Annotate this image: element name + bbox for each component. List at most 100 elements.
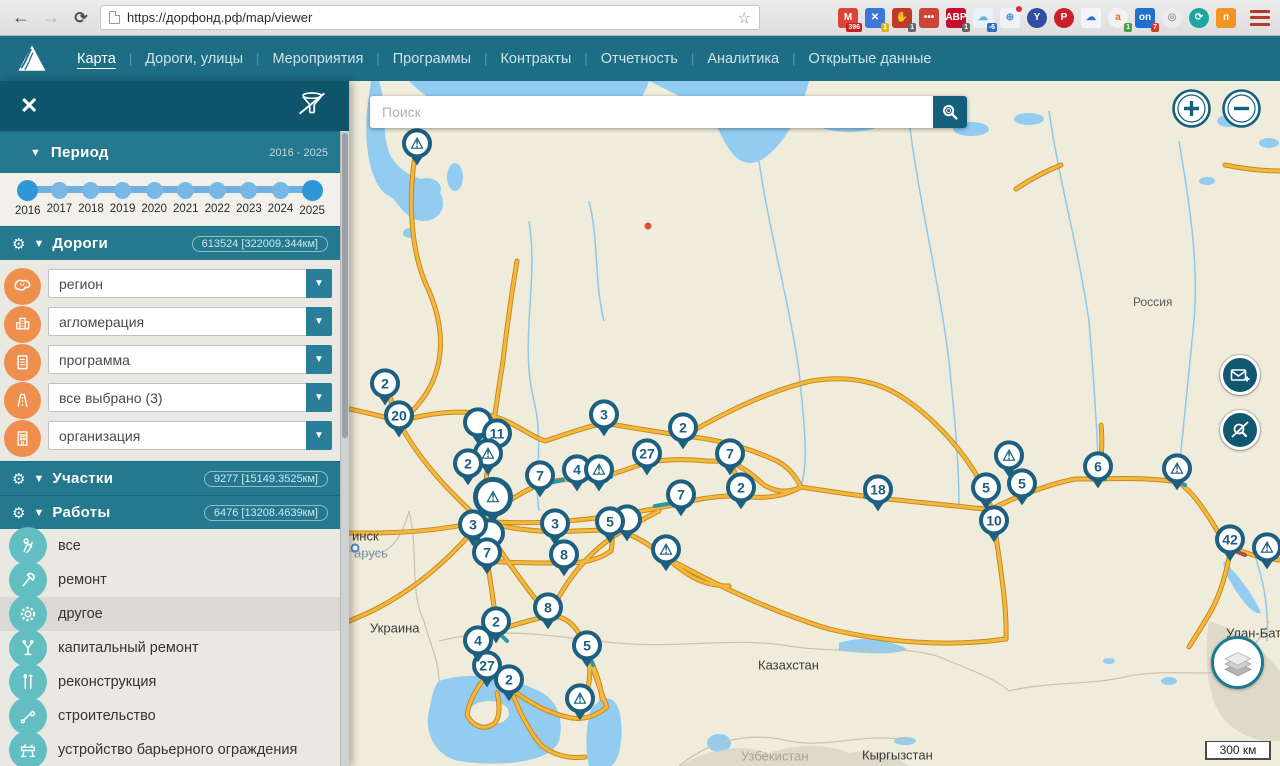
gear-icon[interactable]: ⚙ (12, 235, 25, 253)
cluster-marker-10[interactable]: 10 (979, 505, 1009, 548)
search-input[interactable] (370, 104, 933, 120)
blue-x-ext-icon[interactable]: ✕1 (865, 8, 885, 28)
nav-item-дороги-улицы[interactable]: Дороги, улицы (132, 51, 256, 67)
region-dropdown[interactable]: регион▼ (48, 269, 332, 298)
works-section-header[interactable]: ⚙ ▼ Работы 6476 [13208.4639км] (0, 495, 340, 529)
browser-menu-icon[interactable] (1250, 10, 1270, 26)
nav-item-мероприятия[interactable]: Мероприятия (259, 51, 376, 67)
cluster-marker-7[interactable]: 7 (472, 537, 502, 580)
work-type-repair[interactable]: ремонт (0, 563, 340, 597)
work-type-all[interactable]: все (0, 529, 340, 563)
warning-marker[interactable]: ⚠ (584, 454, 614, 497)
cluster-marker-20[interactable]: 20 (384, 400, 414, 443)
yandex-ext-icon[interactable]: Y (1027, 8, 1047, 28)
sidebar-scrollbar[interactable] (340, 131, 349, 766)
work-type-other[interactable]: другое (0, 597, 340, 631)
on-ext-icon[interactable]: on7 (1135, 8, 1155, 28)
year-handle-2020[interactable] (146, 182, 163, 199)
forward-icon[interactable]: → (40, 7, 62, 28)
close-icon[interactable]: ✕ (20, 95, 38, 117)
dots-ext-icon[interactable]: ••• (919, 8, 939, 28)
globe-ext-icon[interactable]: ⊕ (1000, 8, 1020, 28)
bookmark-star-icon[interactable]: ☆ (738, 9, 751, 27)
cluster-marker-2[interactable]: 2 (726, 472, 756, 515)
organization-dropdown[interactable]: организация▼ (48, 421, 332, 450)
chevron-down-icon[interactable]: ▼ (306, 421, 332, 450)
zoom-out-button[interactable] (1221, 88, 1262, 129)
avast-ext-icon[interactable]: a1 (1108, 8, 1128, 28)
year-handle-2019[interactable] (114, 182, 131, 199)
nav-item-контракты[interactable]: Контракты (487, 51, 584, 67)
nav-item-программы[interactable]: Программы (380, 51, 484, 67)
year-handle-2018[interactable] (82, 182, 99, 199)
layers-button[interactable] (1211, 636, 1264, 689)
work-type-capital-repair[interactable]: капитальный ремонт (0, 631, 340, 665)
year-handle-2022[interactable] (209, 182, 226, 199)
program-dropdown[interactable]: программа▼ (48, 345, 332, 374)
cloud-ext-icon[interactable]: ☁-6 (973, 8, 993, 28)
hand-ext-icon[interactable]: ✋1 (892, 8, 912, 28)
cluster-marker-42[interactable]: 42 (1215, 524, 1245, 567)
gray-ext-icon[interactable]: ◎ (1162, 8, 1182, 28)
gear-icon[interactable]: ⚙ (12, 504, 25, 522)
cluster-marker-3[interactable]: 3 (589, 399, 619, 442)
work-type-reconstruction[interactable]: реконструкция (0, 665, 340, 699)
cluster-marker-6[interactable]: 6 (1083, 451, 1113, 494)
warning-marker[interactable]: ⚠ (1252, 532, 1280, 575)
chevron-down-icon[interactable]: ▼ (306, 345, 332, 374)
year-handle-2017[interactable] (51, 182, 68, 199)
site-logo-icon[interactable] (0, 41, 64, 77)
warning-marker[interactable]: ⚠ (402, 128, 432, 171)
work-type-construction[interactable]: строительство (0, 699, 340, 733)
gear-icon[interactable]: ⚙ (12, 470, 25, 488)
roads-section-header[interactable]: ⚙ ▼ Дороги 613524 [322009.344км] (0, 226, 340, 260)
cluster-marker-27[interactable]: 27 (632, 438, 662, 481)
nav-item-аналитика[interactable]: Аналитика (694, 51, 792, 67)
year-handle-2021[interactable] (177, 182, 194, 199)
chevron-down-icon[interactable]: ▼ (306, 307, 332, 336)
cluster-marker-2[interactable]: 2 (481, 606, 511, 649)
cluster-marker-7[interactable]: 7 (525, 460, 555, 503)
disable-search-button[interactable] (1220, 410, 1260, 450)
nav-item-карта[interactable]: Карта (64, 51, 129, 67)
sites-section-header[interactable]: ⚙ ▼ Участки 9277 [15149.3525км] (0, 461, 340, 495)
teal-ext-icon[interactable]: ⟳ (1189, 8, 1209, 28)
abp-ext-icon[interactable]: ABP1 (946, 8, 966, 28)
url-bar[interactable]: https://дорфонд.рф/map/viewer ☆ (100, 5, 760, 30)
chevron-down-icon[interactable]: ▼ (306, 383, 332, 412)
year-handle-2016[interactable] (17, 180, 38, 201)
back-icon[interactable]: ← (10, 7, 32, 28)
cluster-marker-5[interactable]: 5 (595, 506, 625, 549)
search-button[interactable] (933, 96, 967, 128)
orange-ext-icon[interactable]: п (1216, 8, 1236, 28)
year-handle-2024[interactable] (272, 182, 289, 199)
cluster-marker-7[interactable]: 7 (666, 479, 696, 522)
cluster-marker-18[interactable]: 18 (863, 474, 893, 517)
cluster-marker-5[interactable]: 5 (1007, 468, 1037, 511)
cloud2-ext-icon[interactable]: ☁ (1081, 8, 1101, 28)
zoom-in-button[interactable] (1171, 88, 1212, 129)
nav-item-отчетность[interactable]: Отчетность (588, 51, 691, 67)
chevron-down-icon[interactable]: ▼ (306, 269, 332, 298)
nav-item-открытые-данные[interactable]: Открытые данные (795, 51, 944, 67)
small-event-dot[interactable] (645, 223, 652, 230)
reload-icon[interactable]: ⟳ (70, 8, 92, 28)
warning-marker[interactable]: ⚠ (565, 683, 595, 726)
scrollbar-thumb[interactable] (342, 133, 348, 438)
cluster-marker-8[interactable]: 8 (533, 592, 563, 635)
cluster-marker-2[interactable]: 2 (494, 664, 524, 707)
cluster-marker-8[interactable]: 8 (549, 539, 579, 582)
category-dropdown[interactable]: все выбрано (3)▼ (48, 383, 332, 412)
agglomeration-dropdown[interactable]: агломерация▼ (48, 307, 332, 336)
warning-marker[interactable]: ⚠ (1162, 453, 1192, 496)
warning-marker[interactable]: ⚠ (651, 534, 681, 577)
period-section-header[interactable]: ▼ Период 2016 - 2025 (0, 131, 340, 173)
period-slider[interactable]: 2016201720182019202020212022202320242025 (0, 173, 340, 226)
year-handle-2023[interactable] (240, 182, 257, 199)
clear-filters-button[interactable] (295, 90, 329, 122)
year-handle-2025[interactable] (302, 180, 323, 201)
cluster-marker-2[interactable]: 2 (668, 412, 698, 455)
cluster-marker-5[interactable]: 5 (572, 630, 602, 673)
work-type-barrier[interactable]: устройство барьерного ограждения (0, 733, 340, 766)
feedback-button[interactable] (1220, 355, 1260, 395)
